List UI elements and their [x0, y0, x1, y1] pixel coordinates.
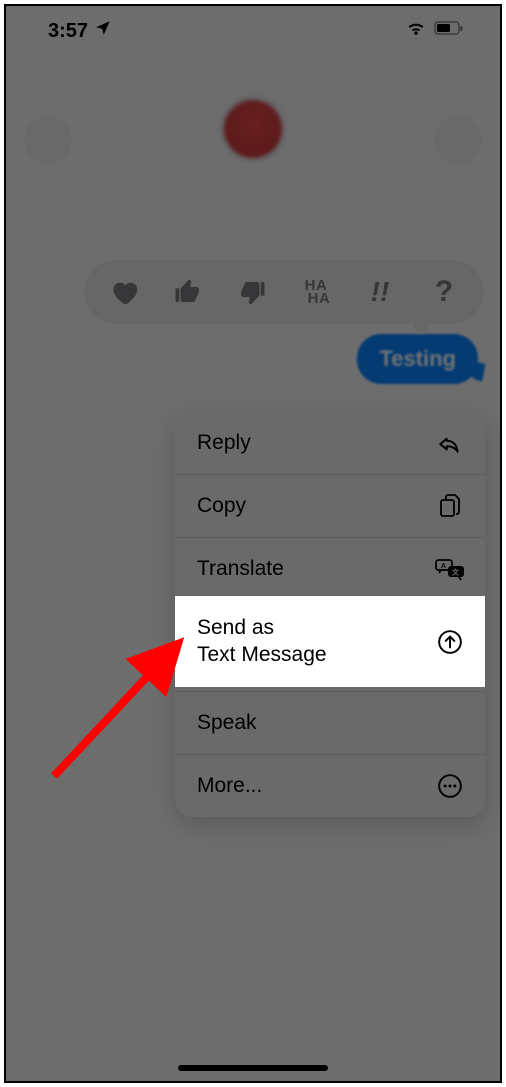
menu-item-send-as-text-highlight[interactable]: Send as Text Message [175, 596, 485, 687]
menu-item-speak[interactable]: Speak [175, 692, 485, 755]
menu-item-more[interactable]: More... [175, 755, 485, 817]
menu-item-label: Translate [197, 556, 435, 582]
menu-item-label: Send as Text Message [197, 615, 435, 668]
conversation-header [6, 60, 500, 200]
reaction-question[interactable]: ? [418, 266, 470, 318]
reaction-thumbs-down[interactable] [226, 266, 278, 318]
speak-icon [435, 708, 465, 738]
phone-frame: 3:57 HAHA [4, 4, 502, 1083]
status-right [406, 21, 464, 42]
wifi-icon [406, 21, 426, 42]
reaction-heart[interactable] [98, 266, 150, 318]
send-up-icon [435, 627, 465, 657]
message-text: Testing [379, 346, 456, 371]
reply-icon [435, 428, 465, 458]
home-indicator[interactable] [178, 1065, 328, 1071]
contact-avatar[interactable] [224, 100, 282, 158]
reaction-thumbs-up[interactable] [162, 266, 214, 318]
status-time: 3:57 [48, 20, 88, 43]
reaction-exclaim[interactable]: !! [354, 266, 406, 318]
message-bubble-sent[interactable]: Testing [357, 334, 478, 384]
menu-item-copy[interactable]: Copy [175, 475, 485, 538]
svg-text:A: A [441, 563, 446, 570]
menu-item-label: More... [197, 773, 435, 799]
menu-item-label: Speak [197, 710, 435, 736]
location-icon [94, 19, 112, 43]
menu-item-translate[interactable]: Translate A文 [175, 538, 485, 601]
status-bar: 3:57 [6, 6, 500, 56]
svg-text:文: 文 [452, 568, 460, 577]
battery-icon [434, 21, 464, 42]
menu-item-label: Copy [197, 493, 435, 519]
menu-item-reply[interactable]: Reply [175, 412, 485, 475]
copy-icon [435, 491, 465, 521]
tapback-reaction-bar: HAHA !! ? [84, 260, 484, 324]
status-left: 3:57 [48, 19, 112, 43]
menu-item-label: Reply [197, 430, 435, 456]
more-icon [435, 771, 465, 801]
reaction-haha[interactable]: HAHA [290, 266, 342, 318]
back-button[interactable] [24, 116, 72, 164]
video-call-button[interactable] [434, 116, 482, 164]
translate-icon: A文 [435, 554, 465, 584]
